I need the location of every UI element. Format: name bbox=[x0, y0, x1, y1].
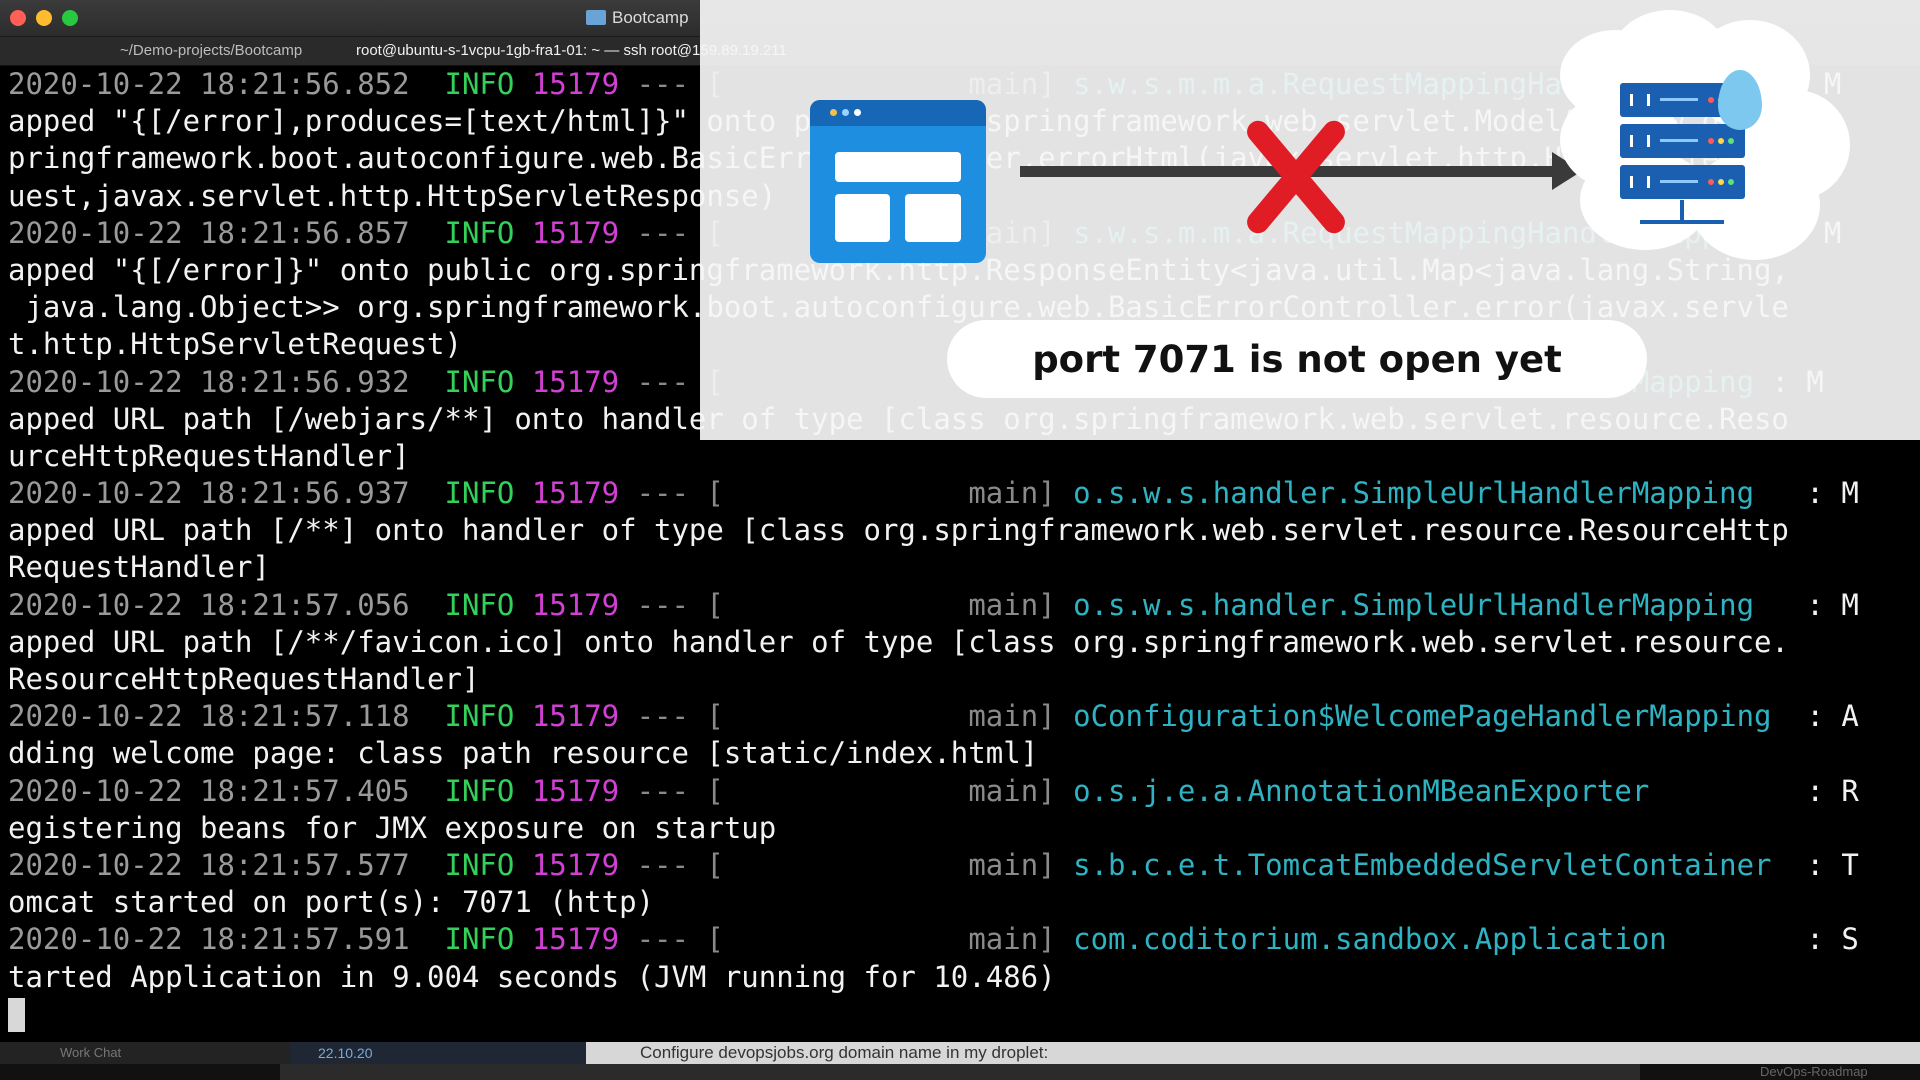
log-header-line: 2020-10-22 18:21:57.577 INFO 15179 --- [… bbox=[0, 847, 1920, 884]
log-thread: main] bbox=[968, 847, 1056, 882]
log-thread: main] bbox=[968, 699, 1056, 734]
log-timestamp: 2020-10-22 18:21:57.118 bbox=[8, 699, 410, 734]
log-level: INFO bbox=[444, 215, 515, 250]
status-bar: Work Chat 22.10.20 Configure devopsjobs.… bbox=[0, 1042, 1920, 1064]
log-message-text: apped URL path [/**] onto handler of typ… bbox=[8, 513, 1789, 548]
log-thread: main] bbox=[968, 773, 1056, 808]
log-tail: : M bbox=[1771, 587, 1859, 622]
log-message-line: RequestHandler] bbox=[0, 549, 1920, 586]
log-message-text: ResourceHttpRequestHandler] bbox=[8, 662, 480, 696]
log-timestamp: 2020-10-22 18:21:56.932 bbox=[8, 364, 410, 399]
log-pid: 15179 bbox=[531, 699, 620, 734]
log-level: INFO bbox=[444, 847, 515, 882]
log-timestamp: 2020-10-22 18:21:56.857 bbox=[8, 215, 410, 250]
task-title[interactable]: Configure devopsjobs.org domain name in … bbox=[640, 1043, 1048, 1063]
window-title-text: Bootcamp bbox=[612, 8, 689, 27]
close-window-button[interactable] bbox=[10, 10, 26, 26]
log-message-text: egistering beans for JMX exposure on sta… bbox=[8, 810, 777, 845]
dock-label: DevOps-Roadmap bbox=[1760, 1064, 1868, 1079]
log-level: INFO bbox=[444, 587, 515, 622]
log-timestamp: 2020-10-22 18:21:56.852 bbox=[8, 67, 410, 101]
log-pid: 15179 bbox=[531, 67, 620, 101]
log-message-line: apped URL path [/**/favicon.ico] onto ha… bbox=[0, 624, 1920, 661]
log-message-line: apped URL path [/**] onto handler of typ… bbox=[0, 512, 1920, 549]
log-message-text: t.http.HttpServletRequest) bbox=[8, 327, 462, 362]
log-pid: 15179 bbox=[531, 364, 620, 399]
log-separator: --- [ bbox=[636, 699, 724, 734]
folder-icon bbox=[586, 10, 606, 25]
tab-local-bootcamp[interactable]: ~/Demo-projects/Bootcamp bbox=[120, 42, 302, 59]
log-timestamp: 2020-10-22 18:21:56.937 bbox=[8, 476, 410, 511]
log-tail: : A bbox=[1788, 699, 1859, 734]
log-message-line: tarted Application in 9.004 seconds (JVM… bbox=[0, 959, 1920, 996]
log-timestamp: 2020-10-22 18:21:57.056 bbox=[8, 587, 410, 622]
log-thread: main] bbox=[968, 922, 1056, 957]
log-message-line: ResourceHttpRequestHandler] bbox=[0, 661, 1920, 698]
log-separator: --- [ bbox=[636, 922, 724, 957]
log-timestamp: 2020-10-22 18:21:57.591 bbox=[8, 922, 410, 957]
log-pid: 15179 bbox=[531, 587, 620, 622]
log-level: INFO bbox=[444, 773, 515, 808]
log-timestamp: 2020-10-22 18:21:57.577 bbox=[8, 847, 410, 882]
dock: DevOps-Roadmap bbox=[0, 1064, 1920, 1080]
prompt-line[interactable] bbox=[0, 996, 1920, 1033]
log-header-line: 2020-10-22 18:21:57.056 INFO 15179 --- [… bbox=[0, 587, 1920, 624]
log-class: oConfiguration$WelcomePageHandlerMapping bbox=[1073, 699, 1772, 734]
log-class: o.s.w.s.handler.SimpleUrlHandlerMapping bbox=[1073, 587, 1755, 622]
log-header-line: 2020-10-22 18:21:57.118 INFO 15179 --- [… bbox=[0, 698, 1920, 735]
log-tail: : S bbox=[1684, 922, 1859, 957]
log-message-text: uest,javax.servlet.http.HttpServletRespo… bbox=[8, 178, 777, 213]
log-message-text: dding welcome page: class path resource … bbox=[8, 736, 1039, 771]
browser-window-icon bbox=[810, 100, 986, 263]
log-pid: 15179 bbox=[531, 847, 620, 882]
log-message-text: tarted Application in 9.004 seconds (JVM… bbox=[8, 959, 1056, 994]
log-level: INFO bbox=[444, 67, 515, 101]
log-level: INFO bbox=[444, 699, 515, 734]
maximize-window-button[interactable] bbox=[62, 10, 78, 26]
log-pid: 15179 bbox=[531, 215, 620, 250]
log-class: s.b.c.e.t.TomcatEmbeddedServletContainer bbox=[1073, 847, 1772, 882]
log-tail: : R bbox=[1666, 773, 1859, 808]
log-separator: --- [ bbox=[636, 773, 724, 808]
log-timestamp: 2020-10-22 18:21:57.405 bbox=[8, 773, 410, 808]
log-level: INFO bbox=[444, 364, 515, 399]
status-date: 22.10.20 bbox=[318, 1045, 373, 1061]
log-header-line: 2020-10-22 18:21:56.937 INFO 15179 --- [… bbox=[0, 475, 1920, 512]
log-message-line: urceHttpRequestHandler] bbox=[0, 438, 1920, 475]
blocked-x-icon bbox=[1240, 112, 1350, 242]
terminal-cursor bbox=[8, 997, 25, 1032]
log-separator: --- [ bbox=[636, 847, 724, 882]
log-separator: --- [ bbox=[636, 587, 724, 622]
log-header-line: 2020-10-22 18:21:57.405 INFO 15179 --- [… bbox=[0, 773, 1920, 810]
log-tail: : M bbox=[1771, 476, 1859, 511]
log-message-line: omcat started on port(s): 7071 (http) bbox=[0, 884, 1920, 921]
minimize-window-button[interactable] bbox=[36, 10, 52, 26]
log-thread: main] bbox=[968, 587, 1056, 622]
log-pid: 15179 bbox=[531, 773, 620, 808]
log-message-text: urceHttpRequestHandler] bbox=[8, 438, 410, 473]
log-class: com.coditorium.sandbox.Application bbox=[1073, 922, 1667, 957]
work-chat-label[interactable]: Work Chat bbox=[60, 1045, 121, 1060]
log-level: INFO bbox=[444, 922, 515, 957]
log-message-line: egistering beans for JMX exposure on sta… bbox=[0, 810, 1920, 847]
window-title: Bootcamp bbox=[586, 8, 689, 28]
log-pid: 15179 bbox=[531, 476, 620, 511]
log-thread: main] bbox=[968, 476, 1056, 511]
log-message-line: dding welcome page: class path resource … bbox=[0, 735, 1920, 772]
log-header-line: 2020-10-22 18:21:57.591 INFO 15179 --- [… bbox=[0, 921, 1920, 958]
log-message-text: RequestHandler] bbox=[8, 550, 270, 585]
log-tail: : T bbox=[1788, 847, 1859, 882]
log-class: o.s.j.e.a.AnnotationMBeanExporter bbox=[1073, 773, 1650, 808]
log-level: INFO bbox=[444, 476, 515, 511]
overlay-message: port 7071 is not open yet bbox=[947, 320, 1647, 398]
log-separator: --- [ bbox=[636, 476, 724, 511]
log-class: o.s.w.s.handler.SimpleUrlHandlerMapping bbox=[1073, 476, 1755, 511]
log-message-text: omcat started on port(s): 7071 (http) bbox=[8, 885, 655, 920]
log-pid: 15179 bbox=[531, 922, 620, 957]
log-message-text: apped URL path [/**/favicon.ico] onto ha… bbox=[8, 624, 1789, 659]
